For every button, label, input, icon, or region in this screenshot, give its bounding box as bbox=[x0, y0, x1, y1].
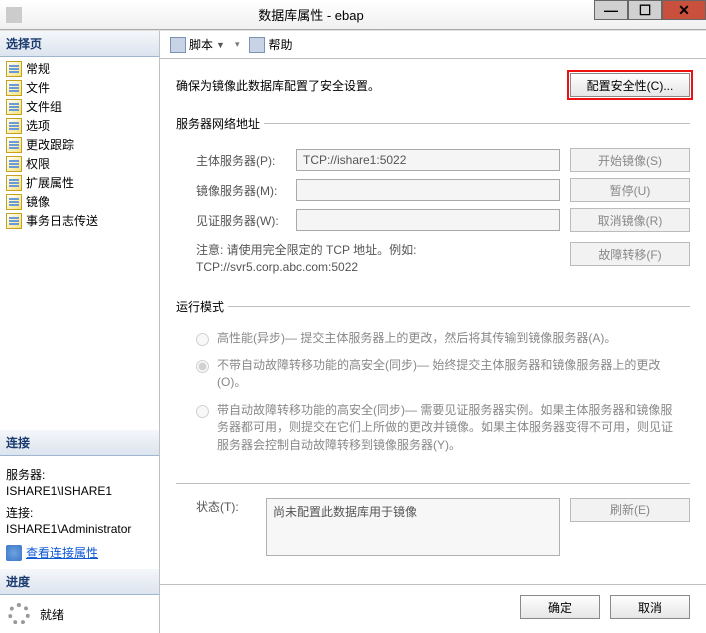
properties-icon bbox=[6, 545, 22, 561]
mode-high-safety-fo-label: 带自动故障转移功能的高安全(同步)— 需要见证服务器实例。如果主体服务器和镜像服… bbox=[217, 402, 680, 454]
mirror-server-label: 镜像服务器(M): bbox=[176, 182, 286, 199]
page-item-label: 文件 bbox=[26, 79, 50, 96]
page-icon bbox=[6, 194, 22, 210]
principal-server-label: 主体服务器(P): bbox=[176, 152, 286, 169]
cancel-button[interactable]: 取消 bbox=[610, 595, 690, 619]
mode-high-performance-radio bbox=[196, 333, 209, 346]
page-item[interactable]: 常规 bbox=[0, 59, 159, 78]
page-item-label: 扩展属性 bbox=[26, 174, 74, 191]
configure-security-button[interactable]: 配置安全性(C)... bbox=[570, 73, 690, 97]
help-label: 帮助 bbox=[268, 36, 292, 53]
operating-mode-legend: 运行模式 bbox=[176, 298, 228, 315]
page-item[interactable]: 镜像 bbox=[0, 192, 159, 211]
page-icon bbox=[6, 156, 22, 172]
page-icon bbox=[6, 213, 22, 229]
page-item[interactable]: 事务日志传送 bbox=[0, 211, 159, 230]
mode-high-performance-label: 高性能(异步)— 提交主体服务器上的更改，然后将其传输到镜像服务器(A)。 bbox=[217, 330, 680, 347]
page-item[interactable]: 权限 bbox=[0, 154, 159, 173]
toolbar-separator: ▾ bbox=[235, 39, 240, 50]
page-item-label: 权限 bbox=[26, 155, 50, 172]
connection-label: 连接: bbox=[6, 504, 153, 521]
mode-high-safety-nofo-label: 不带自动故障转移功能的高安全(同步)— 始终提交主体服务器和镜像服务器上的更改(… bbox=[217, 357, 680, 392]
ok-button[interactable]: 确定 bbox=[520, 595, 600, 619]
principal-server-input[interactable] bbox=[296, 149, 560, 171]
maximize-button[interactable]: ☐ bbox=[628, 0, 662, 20]
page-item[interactable]: 更改跟踪 bbox=[0, 135, 159, 154]
page-item[interactable]: 文件 bbox=[0, 78, 159, 97]
select-page-header: 选择页 bbox=[0, 31, 159, 57]
window-controls: — ☐ ✕ bbox=[594, 0, 706, 29]
page-item[interactable]: 扩展属性 bbox=[0, 173, 159, 192]
failover-button: 故障转移(F) bbox=[570, 242, 690, 266]
server-network-address-legend: 服务器网络地址 bbox=[176, 115, 264, 132]
page-icon bbox=[6, 80, 22, 96]
server-label: 服务器: bbox=[6, 466, 153, 483]
left-panel: 选择页 常规文件文件组选项更改跟踪权限扩展属性镜像事务日志传送 连接 服务器: … bbox=[0, 31, 160, 633]
page-item-label: 常规 bbox=[26, 60, 50, 77]
page-item-label: 文件组 bbox=[26, 98, 62, 115]
script-label: 脚本 bbox=[189, 36, 213, 53]
content: 确保为镜像此数据库配置了安全设置。 配置安全性(C)... 服务器网络地址 主体… bbox=[160, 59, 706, 584]
status-textbox: 尚未配置此数据库用于镜像 bbox=[266, 498, 560, 556]
spinner-icon bbox=[8, 603, 30, 625]
page-icon bbox=[6, 61, 22, 77]
mirror-server-input[interactable] bbox=[296, 179, 560, 201]
page-item[interactable]: 文件组 bbox=[0, 97, 159, 116]
page-item[interactable]: 选项 bbox=[0, 116, 159, 135]
view-connection-properties-label: 查看连接属性 bbox=[26, 544, 98, 561]
status-label: 状态(T): bbox=[176, 498, 256, 515]
page-item-label: 更改跟踪 bbox=[26, 136, 74, 153]
window-title: 数据库属性 - ebap bbox=[28, 5, 594, 24]
progress-block: 就绪 bbox=[0, 595, 159, 633]
page-icon bbox=[6, 175, 22, 191]
close-button[interactable]: ✕ bbox=[662, 0, 706, 20]
connection-header: 连接 bbox=[0, 430, 159, 456]
page-item-label: 镜像 bbox=[26, 193, 50, 210]
refresh-button: 刷新(E) bbox=[570, 498, 690, 522]
pause-button: 暂停(U) bbox=[570, 178, 690, 202]
operating-mode-group: 运行模式 高性能(异步)— 提交主体服务器上的更改，然后将其传输到镜像服务器(A… bbox=[176, 298, 690, 473]
mode-high-safety-nofo-radio bbox=[196, 360, 209, 373]
page-item-label: 选项 bbox=[26, 117, 50, 134]
connection-value: ISHARE1\Administrator bbox=[6, 522, 153, 536]
help-icon bbox=[249, 37, 265, 53]
witness-server-label: 见证服务器(W): bbox=[176, 212, 286, 229]
witness-server-input[interactable] bbox=[296, 209, 560, 231]
toolbar: 脚本 ▼ ▾ 帮助 bbox=[160, 31, 706, 59]
chevron-down-icon: ▼ bbox=[216, 40, 225, 50]
remove-mirroring-button: 取消镜像(R) bbox=[570, 208, 690, 232]
tcp-note-text: 注意: 请使用完全限定的 TCP 地址。例如: TCP://svr5.corp.… bbox=[176, 242, 560, 276]
page-item-label: 事务日志传送 bbox=[26, 212, 98, 229]
security-prompt: 确保为镜像此数据库配置了安全设置。 bbox=[176, 77, 380, 94]
minimize-button[interactable]: — bbox=[594, 0, 628, 20]
start-mirroring-button: 开始镜像(S) bbox=[570, 148, 690, 172]
footer: 确定 取消 bbox=[160, 584, 706, 633]
page-list: 常规文件文件组选项更改跟踪权限扩展属性镜像事务日志传送 bbox=[0, 57, 159, 232]
app-icon bbox=[6, 7, 22, 23]
progress-header: 进度 bbox=[0, 569, 159, 595]
right-panel: 脚本 ▼ ▾ 帮助 确保为镜像此数据库配置了安全设置。 配置安全性(C)... … bbox=[160, 31, 706, 633]
script-icon bbox=[170, 37, 186, 53]
script-dropdown[interactable]: 脚本 ▼ bbox=[166, 34, 229, 55]
server-network-address-group: 服务器网络地址 主体服务器(P): 开始镜像(S) 镜像服务器(M): 暂停(U… bbox=[176, 115, 690, 290]
page-icon bbox=[6, 137, 22, 153]
mode-high-safety-fo-radio bbox=[196, 405, 209, 418]
help-button[interactable]: 帮助 bbox=[245, 34, 296, 55]
progress-status: 就绪 bbox=[40, 606, 64, 623]
titlebar: 数据库属性 - ebap — ☐ ✕ bbox=[0, 0, 706, 30]
page-icon bbox=[6, 118, 22, 134]
connection-block: 服务器: ISHARE1\ISHARE1 连接: ISHARE1\Adminis… bbox=[0, 456, 159, 569]
page-icon bbox=[6, 99, 22, 115]
view-connection-properties-link[interactable]: 查看连接属性 bbox=[6, 544, 153, 561]
server-value: ISHARE1\ISHARE1 bbox=[6, 484, 153, 498]
